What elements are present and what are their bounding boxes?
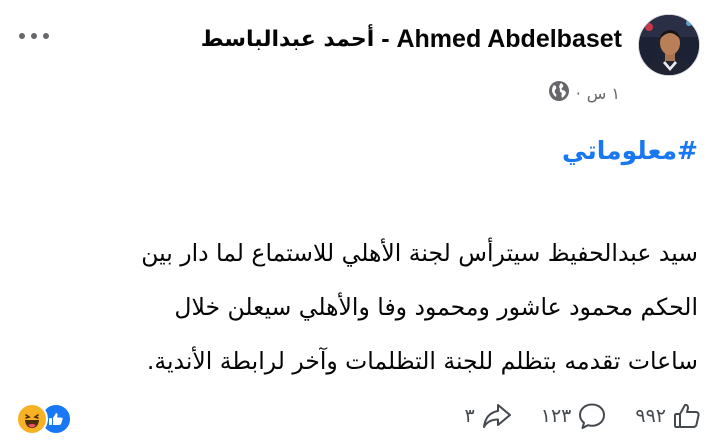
hashtag-link[interactable]: #معلوماتي [562, 136, 698, 165]
comment-count: ١٢٣ [540, 405, 572, 427]
globe-icon[interactable] [548, 80, 570, 106]
post-actions: ٩٩٢ ١٢٣ ٣ [465, 396, 702, 436]
comment-bubble-icon [577, 401, 607, 431]
post-timestamp[interactable]: ١ س [587, 84, 620, 103]
thumbs-up-icon [672, 401, 702, 431]
more-options-button[interactable] [12, 24, 56, 48]
comment-button[interactable]: ١٢٣ [541, 401, 608, 431]
haha-reaction-icon [16, 403, 48, 435]
share-arrow-icon [481, 401, 513, 431]
dot [31, 33, 37, 39]
dot [43, 33, 49, 39]
share-count: ٣ [464, 405, 475, 427]
post-text: سيد عبدالحفيظ سيترأس لجنة الأهلي للاستما… [141, 239, 698, 375]
meta-separator: · [575, 83, 581, 103]
facebook-post: أحمد عبدالباسط - Ahmed Abdelbaset · ١ س … [0, 0, 720, 448]
author-name-latin: Ahmed Abdelbaset [396, 24, 622, 53]
post-meta: · ١ س [548, 80, 620, 106]
author-name-separator: - [374, 24, 397, 53]
like-count: ٩٩٢ [635, 405, 666, 427]
like-button[interactable]: ٩٩٢ [635, 401, 702, 431]
avatar[interactable] [638, 14, 700, 76]
share-button[interactable]: ٣ [465, 401, 513, 431]
dot [19, 33, 25, 39]
avatar-image [639, 15, 699, 75]
reaction-summary[interactable] [16, 402, 72, 436]
author-name-arabic: أحمد عبدالباسط [200, 26, 375, 52]
author-name[interactable]: أحمد عبدالباسط - Ahmed Abdelbaset [201, 20, 622, 58]
